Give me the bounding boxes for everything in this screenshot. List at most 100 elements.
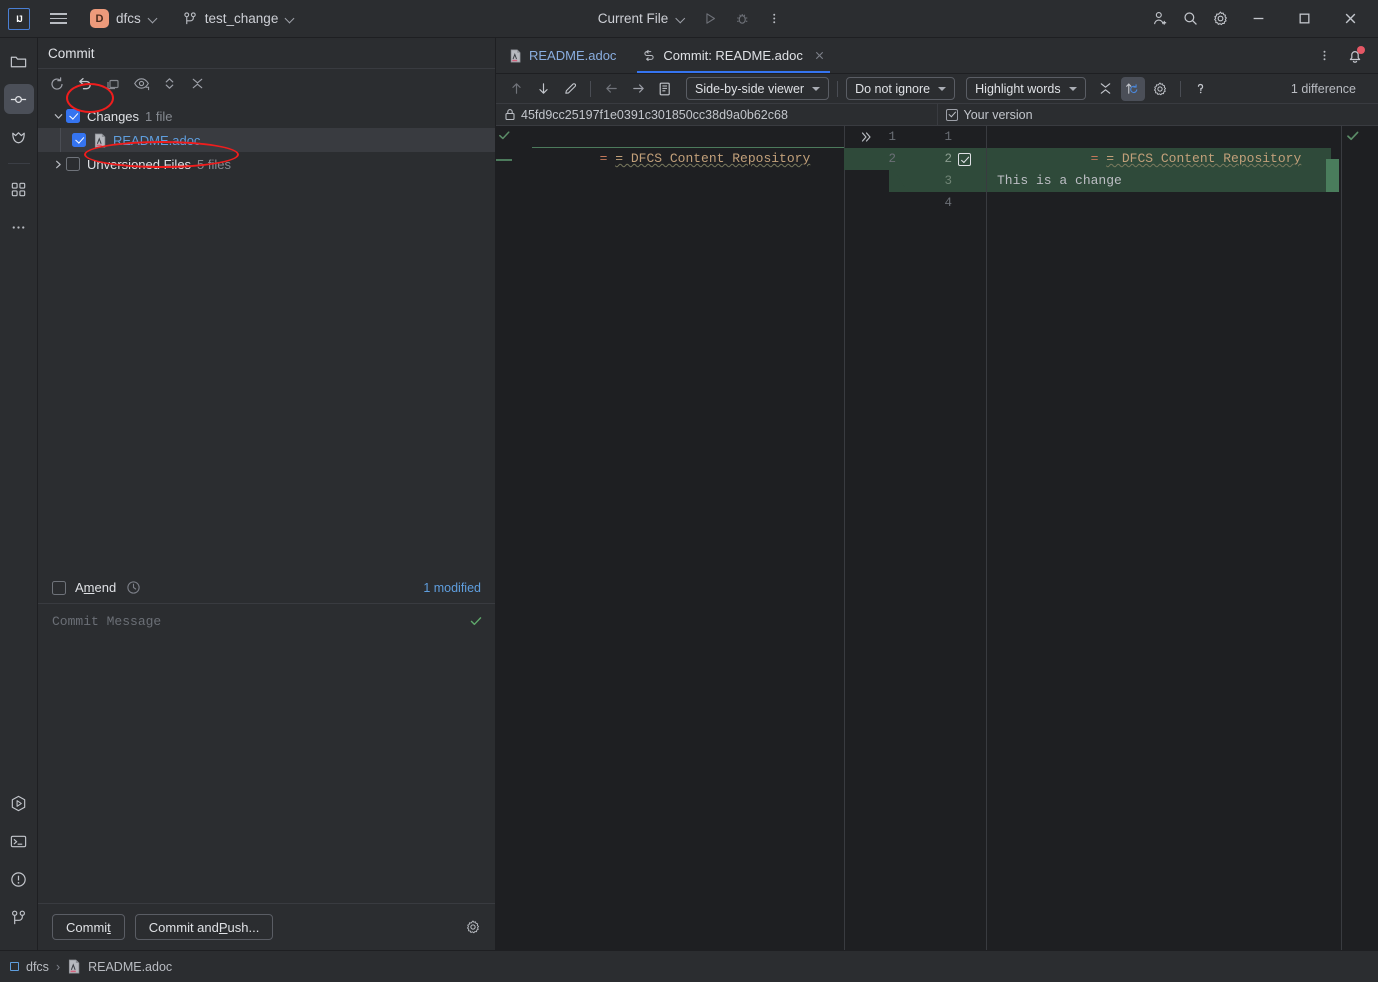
tab-readme-adoc[interactable]: README.adoc: [496, 38, 629, 73]
tree-node-unversioned[interactable]: Unversioned Files 5 files: [38, 152, 495, 176]
accept-left-button[interactable]: [599, 77, 623, 101]
sidebar-item-version-control[interactable]: [4, 902, 34, 932]
deleted-range-separator: [532, 147, 844, 148]
changes-group-checkbox[interactable]: [66, 109, 80, 123]
ignore-mode-select[interactable]: Do not ignore: [846, 77, 956, 100]
rollback-button[interactable]: [72, 72, 98, 96]
chevron-right-icon[interactable]: [50, 159, 66, 170]
preview-diff-button[interactable]: [128, 72, 154, 96]
intellij-logo-icon: IJ: [8, 7, 30, 30]
maximize-button[interactable]: [1282, 3, 1326, 35]
chevron-double-right-icon[interactable]: [860, 130, 874, 148]
diff-settings-button[interactable]: [1148, 77, 1172, 101]
notifications-button[interactable]: [1340, 41, 1370, 71]
sidebar-item-run[interactable]: [4, 788, 34, 818]
annotate-button[interactable]: [653, 77, 677, 101]
changes-tree: Changes 1 file README.adoc Unversioned F…: [38, 98, 495, 176]
commit-button[interactable]: Commi t: [52, 914, 125, 940]
project-name: dfcs: [116, 11, 141, 26]
toolbar-separator: [1179, 80, 1181, 97]
editor-tabs: README.adoc Commit: README.adoc: [496, 38, 1378, 74]
clock-history-icon: [127, 581, 140, 594]
tree-node-changes[interactable]: Changes 1 file: [38, 104, 495, 128]
branch-name: test_change: [204, 11, 279, 26]
tool-window-stripe: [0, 38, 38, 950]
synchronize-scroll-button[interactable]: [1120, 76, 1145, 101]
sidebar-item-plugins[interactable]: [4, 174, 34, 204]
edit-source-button[interactable]: [558, 77, 582, 101]
refresh-changes-icon: [51, 76, 63, 90]
title-bar: IJ D dfcs test_change Current File: [0, 0, 1378, 38]
accept-change-checkbox[interactable]: [958, 152, 971, 167]
search-everywhere-button[interactable]: [1176, 5, 1204, 33]
previous-difference-button[interactable]: [504, 77, 528, 101]
commit-history-button[interactable]: [126, 580, 141, 595]
unversioned-group-checkbox[interactable]: [66, 157, 80, 171]
tree-node-file-readme[interactable]: README.adoc: [38, 128, 495, 152]
collapse-all-button[interactable]: [184, 72, 210, 96]
sidebar-item-pull-requests[interactable]: [4, 122, 34, 152]
close-button[interactable]: [1328, 3, 1372, 35]
diff-pane-right[interactable]: = = DFCS Content Repository This is a ch…: [987, 126, 1378, 950]
minimize-button[interactable]: [1236, 3, 1280, 35]
more-vertical-icon: [1323, 50, 1325, 61]
commit-options-button[interactable]: [465, 919, 481, 935]
breadcrumb-project[interactable]: dfcs: [26, 960, 49, 974]
refresh-changes-button[interactable]: [44, 72, 70, 96]
debug-button[interactable]: [728, 5, 756, 33]
chevron-down-icon[interactable]: [50, 111, 66, 122]
run-button[interactable]: [696, 5, 724, 33]
sidebar-item-problems[interactable]: [4, 864, 34, 894]
amend-checkbox[interactable]: [52, 580, 66, 595]
chevron-down-icon: [938, 86, 947, 91]
file-checkbox-readme[interactable]: [72, 133, 86, 147]
gutter-right-line-number-2: 2: [944, 152, 952, 166]
hamburger-menu-icon[interactable]: [44, 5, 72, 33]
sidebar-item-project[interactable]: [4, 46, 34, 76]
debug-bug-icon: [737, 14, 748, 24]
commit-and-push-button[interactable]: Commit and Push...: [134, 914, 274, 940]
gutter-left-border: [844, 126, 845, 950]
sidebar-item-more[interactable]: [4, 212, 34, 242]
highlight-mode-select[interactable]: Highlight words: [966, 77, 1086, 100]
commit-message-ok-icon: [469, 614, 483, 631]
tab-options-button[interactable]: [1310, 42, 1338, 70]
editor-area: README.adoc Commit: README.adoc Side-by-…: [496, 38, 1378, 950]
adoc-equals-token: =: [1090, 151, 1107, 166]
sync-scroll-icon: [1126, 83, 1138, 94]
shelve-icon: [107, 79, 119, 89]
more-run-options-button[interactable]: [760, 5, 788, 33]
expand-collapse-button[interactable]: [156, 72, 182, 96]
unversioned-group-label: Unversioned Files: [87, 156, 192, 172]
run-configuration-selector[interactable]: Current File: [590, 6, 693, 32]
sidebar-item-commit[interactable]: [3, 84, 34, 114]
breadcrumb-file[interactable]: README.adoc: [88, 960, 172, 974]
editor-tabs-right: [1310, 38, 1378, 73]
search-icon: [1183, 12, 1197, 25]
settings-button[interactable]: [1206, 5, 1234, 33]
tab-commit-readme-adoc[interactable]: Commit: README.adoc: [629, 38, 838, 73]
next-difference-button[interactable]: [531, 77, 555, 101]
shelve-button[interactable]: [100, 72, 126, 96]
modified-count-link[interactable]: 1 modified: [423, 581, 481, 595]
diff-left-revision: 45fd9cc25197f1e0391c301850cc38d9a0b62c68: [521, 107, 788, 122]
close-icon[interactable]: [814, 50, 825, 61]
collapse-unchanged-button[interactable]: [1094, 77, 1118, 101]
diff-help-button[interactable]: [1189, 77, 1213, 101]
project-badge: D: [90, 9, 109, 28]
diff-gutter[interactable]: 1 2 1 2 3 4: [844, 126, 987, 950]
diff-content[interactable]: = = DFCS Content Repository 1 2 1 2 3 4 …: [496, 126, 1378, 950]
diff-pane-left[interactable]: = = DFCS Content Repository: [496, 126, 844, 950]
your-version-checkbox[interactable]: [945, 108, 958, 121]
viewer-mode-select[interactable]: Side-by-side viewer: [686, 77, 830, 100]
commit-title: Commit: [48, 45, 95, 61]
sidebar-item-terminal[interactable]: [4, 826, 34, 856]
project-selector[interactable]: D dfcs: [84, 6, 163, 32]
collapse-all-icon: [192, 78, 202, 89]
add-user-button[interactable]: [1146, 5, 1174, 33]
commit-message-field[interactable]: Commit Message: [38, 604, 495, 904]
branch-selector[interactable]: test_change: [177, 6, 301, 32]
arrow-up-icon: [511, 83, 521, 94]
run-play-icon: [706, 13, 716, 24]
accept-right-button[interactable]: [626, 77, 650, 101]
